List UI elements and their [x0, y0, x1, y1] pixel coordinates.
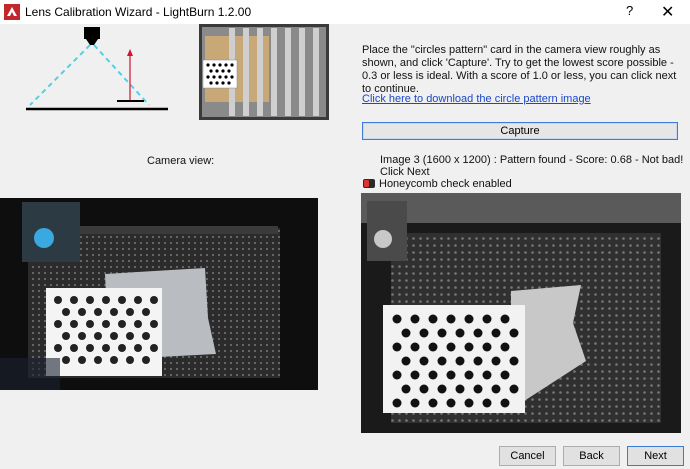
- window-title: Lens Calibration Wizard - LightBurn 1.2.…: [25, 5, 252, 19]
- capture-button[interactable]: Capture: [362, 122, 678, 140]
- example-photo: [199, 24, 329, 120]
- captured-image: [361, 193, 681, 433]
- camera-body-icon: [84, 27, 100, 39]
- back-button[interactable]: Back: [563, 446, 620, 466]
- close-button[interactable]: ✕: [661, 2, 674, 22]
- camera-view-label: Camera view:: [147, 155, 215, 167]
- beam-left: [29, 44, 91, 106]
- camera-lens-icon: [86, 39, 98, 45]
- honeycomb-label: Honeycomb check enabled: [379, 178, 512, 190]
- capture-status: Image 3 (1600 x 1200) : Pattern found - …: [380, 154, 684, 178]
- title-bar: Lens Calibration Wizard - LightBurn 1.2.…: [0, 0, 690, 24]
- help-button[interactable]: ?: [626, 3, 633, 18]
- arrow-head-icon: [127, 49, 133, 56]
- download-pattern-link[interactable]: Click here to download the circle patter…: [362, 93, 591, 105]
- beam-right: [93, 44, 150, 106]
- next-button[interactable]: Next: [627, 446, 684, 466]
- live-camera-view: [0, 198, 318, 390]
- honeycomb-toggle[interactable]: [363, 179, 375, 188]
- cancel-button[interactable]: Cancel: [499, 446, 556, 466]
- lightburn-logo-icon: [4, 4, 20, 20]
- laser-head: [34, 228, 54, 248]
- camera-setup-diagram: [26, 27, 168, 111]
- instructions-text: Place the "circles pattern" card in the …: [362, 44, 677, 95]
